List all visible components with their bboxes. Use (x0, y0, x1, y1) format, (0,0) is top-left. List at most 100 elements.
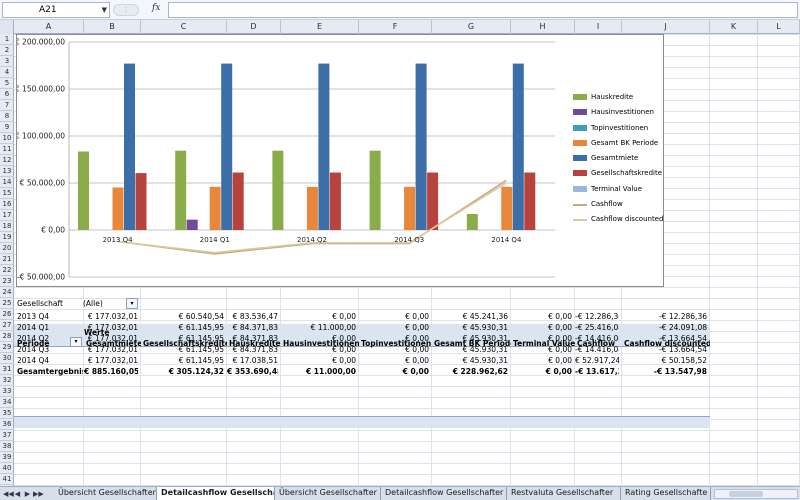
legend-line-swatch (573, 219, 587, 222)
legend-swatch (573, 170, 587, 177)
column-header-D[interactable]: D (227, 20, 281, 34)
name-box[interactable]: A21 ▼ (2, 2, 110, 18)
sheet-tab-6[interactable]: Rating Gesellschafte (621, 487, 711, 500)
horizontal-scrollbar[interactable] (714, 489, 798, 499)
column-gridline (757, 34, 758, 486)
x-tick-label: 2014 Q1 (200, 236, 230, 244)
row-header-21[interactable]: 21 (0, 254, 14, 265)
row-header-32[interactable]: 32 (0, 375, 14, 386)
column-header-F[interactable]: F (359, 20, 432, 34)
column-header-K[interactable]: K (710, 20, 758, 34)
row-header-9[interactable]: 9 (0, 122, 14, 133)
row-header-35[interactable]: 35 (0, 408, 14, 419)
row-header-1[interactable]: 1 (0, 34, 14, 45)
sheet-tab-2[interactable]: Detailcashflow Gesellschaft (157, 487, 275, 500)
row-header-30[interactable]: 30 (0, 353, 14, 364)
row-header-7[interactable]: 7 (0, 100, 14, 111)
pivot-cell: € 45.930,31 (462, 323, 508, 332)
row-header-39[interactable]: 39 (0, 452, 14, 463)
row-header-20[interactable]: 20 (0, 243, 14, 254)
pivot-cell: € 0,00 (332, 356, 356, 365)
sheet-tab-1[interactable]: Übersicht Gesellschaften (54, 487, 157, 500)
legend-label: Topinvestitionen (591, 123, 649, 132)
row-header-40[interactable]: 40 (0, 463, 14, 474)
column-header-G[interactable]: G (432, 20, 511, 34)
sheet-tab-4[interactable]: Detailcashflow Gesellschafter (381, 487, 507, 500)
pivot-cell: € 0,00 (548, 356, 572, 365)
row-header-19[interactable]: 19 (0, 232, 14, 243)
chart-object[interactable]: € 200.000,00 € 150.000,00 € 100.000,00 € 50… (16, 34, 664, 287)
row-header-11[interactable]: 11 (0, 144, 14, 155)
row-header-37[interactable]: 37 (0, 430, 14, 441)
column-header-L[interactable]: L (758, 20, 800, 34)
next-sheet-icon[interactable]: ▶ (23, 489, 32, 499)
bar-gesellschaftskredite (524, 172, 536, 230)
filter-label: Gesellschaft (17, 299, 63, 308)
bar-gesamt-bk-periode (209, 186, 221, 230)
sheet-tab-3[interactable]: Übersicht Gesellschafter (275, 487, 381, 500)
row-header-15[interactable]: 15 (0, 188, 14, 199)
row-header-22[interactable]: 22 (0, 265, 14, 276)
y-tick-label: € 150.000,00 (17, 85, 65, 94)
row-header-29[interactable]: 29 (0, 342, 14, 353)
first-sheet-icon[interactable]: ◀◀ (3, 489, 14, 499)
row-header-36[interactable]: 36 (0, 419, 14, 430)
row-header-8[interactable]: 8 (0, 111, 14, 122)
pivot-cell: € 83.536,47 (232, 312, 278, 321)
filter-dropdown-icon[interactable]: ▾ (126, 298, 138, 309)
row-header-6[interactable]: 6 (0, 89, 14, 100)
row-header-34[interactable]: 34 (0, 397, 14, 408)
formula-input[interactable] (168, 2, 798, 18)
bar-gesellschaftskredite (135, 173, 147, 230)
row-header-27[interactable]: 27 (0, 320, 14, 331)
column-header-I[interactable]: I (575, 20, 622, 34)
row-header-2[interactable]: 2 (0, 45, 14, 56)
row-header-18[interactable]: 18 (0, 221, 14, 232)
column-header-E[interactable]: E (281, 20, 359, 34)
row-header-23[interactable]: 23 (0, 276, 14, 287)
row-header-25[interactable]: 25 (0, 298, 14, 309)
pivot-cell: € 0,00 (405, 356, 429, 365)
column-header-H[interactable]: H (511, 20, 575, 34)
insert-function-icon[interactable]: fx (152, 3, 160, 13)
bar-gesellschaftskredite (232, 172, 244, 230)
select-all-corner[interactable] (0, 20, 14, 34)
pivot-cell: -€ 12.286,36 (658, 312, 707, 321)
column-header-A[interactable]: A (14, 20, 84, 34)
bar-gesamtmiete (318, 63, 330, 231)
row-header-10[interactable]: 10 (0, 133, 14, 144)
pivot-cell: € 45.930,31 (462, 356, 508, 365)
row-header-12[interactable]: 12 (0, 155, 14, 166)
row-headers: 1 2 3 4 5 6 7 8 9 10 11 12 13 14 15 16 17 18 19 20 21 22 23 24 2… (0, 34, 14, 486)
formula-bar-expander-icon[interactable]: ⋮ (113, 4, 139, 16)
legend-swatch (573, 109, 587, 116)
chart-legend: Hauskredite Hausinvestitionen Topinvestiti… (573, 92, 663, 230)
last-sheet-icon[interactable]: ▶▶ (33, 489, 44, 499)
row-header-41[interactable]: 41 (0, 474, 14, 485)
pivot-cell: € 61.145,95 (178, 356, 224, 365)
row-header-26[interactable]: 26 (0, 309, 14, 320)
pivot-cell: € 45.930,31 (462, 334, 508, 343)
pivot-cell: € 0,00 (548, 312, 572, 321)
row-header-31[interactable]: 31 (0, 364, 14, 375)
sheet-tab-bar: ◀◀ ◀ ▶ ▶▶ Übersicht Gesellschaften Detailcash… (0, 486, 800, 500)
row-header-16[interactable]: 16 (0, 199, 14, 210)
prev-sheet-icon[interactable]: ◀ (13, 489, 22, 499)
row-header-24[interactable]: 24 (0, 287, 14, 298)
column-header-J[interactable]: J (622, 20, 710, 34)
row-header-3[interactable]: 3 (0, 56, 14, 67)
column-header-B[interactable]: B (84, 20, 141, 34)
row-header-14[interactable]: 14 (0, 177, 14, 188)
row-header-33[interactable]: 33 (0, 386, 14, 397)
row-header-4[interactable]: 4 (0, 67, 14, 78)
row-header-17[interactable]: 17 (0, 210, 14, 221)
row-header-5[interactable]: 5 (0, 78, 14, 89)
row-header-28[interactable]: 28 (0, 331, 14, 342)
row-header-13[interactable]: 13 (0, 166, 14, 177)
row-header-38[interactable]: 38 (0, 441, 14, 452)
name-box-dropdown-icon[interactable]: ▼ (102, 3, 107, 17)
sheet-tab-5[interactable]: Restvaluta Gesellschafter (507, 487, 621, 500)
column-header-C[interactable]: C (141, 20, 227, 34)
pivot-cell: € 0,00 (332, 312, 356, 321)
scrollbar-thumb[interactable] (729, 491, 763, 497)
